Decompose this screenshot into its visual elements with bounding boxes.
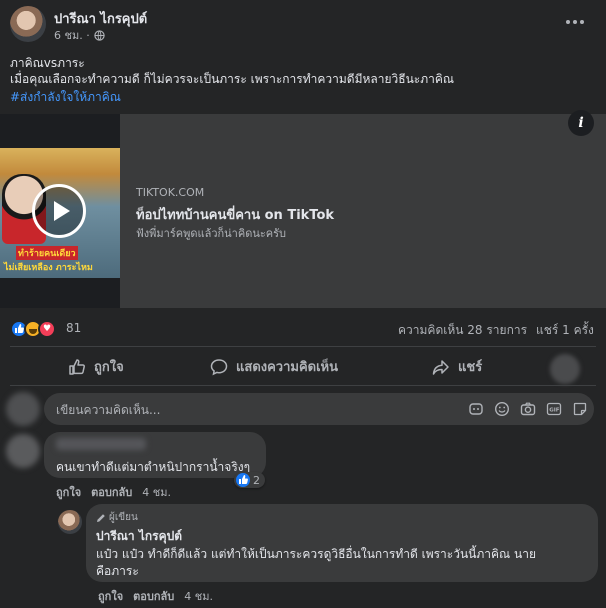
- link-card[interactable]: ทำร้ายคนเดียว ไม่เสียเหลือง ภาระไหม i TI…: [0, 110, 606, 308]
- comment-label: แสดงความคิดเห็น: [236, 360, 339, 375]
- like-reaction-icon: [236, 473, 250, 487]
- comment-input-placeholder: เขียนความคิดเห็น...: [56, 403, 161, 417]
- post-timestamp[interactable]: 6 ชม. ·: [54, 26, 90, 44]
- post-author-avatar[interactable]: [10, 6, 46, 42]
- comment-button[interactable]: แสดงความคิดเห็น: [210, 356, 338, 377]
- comment-text: คนเขาทำดีแต่มาตำหนิปากราน้ำจริงๆ: [56, 460, 251, 474]
- reaction-count[interactable]: 81: [66, 321, 81, 335]
- link-thumbnail[interactable]: ทำร้ายคนเดียว ไม่เสียเหลือง ภาระไหม: [0, 114, 120, 308]
- reply-time[interactable]: 4 ชม.: [184, 587, 213, 605]
- like-button[interactable]: ถูกใจ: [68, 356, 124, 377]
- comment-bubble: คนเขาทำดีแต่มาตำหนิปากราน้ำจริงๆ 2: [44, 432, 266, 488]
- post-hashtag[interactable]: #ส่งกำลังใจให้ภาคิณ: [10, 88, 121, 107]
- share-count[interactable]: แชร์ 1 ครั้ง: [536, 321, 594, 340]
- comment-time[interactable]: 4 ชม.: [142, 483, 171, 501]
- reaction-icons[interactable]: ♥: [10, 320, 62, 338]
- share-button[interactable]: แชร์: [432, 356, 482, 377]
- reply-bubble: ผู้เขียน ปารีณา ไกรคุปต์ แป๋ว แป๋ว ทำดีก…: [86, 504, 598, 582]
- link-domain: TIKTOK.COM: [136, 186, 205, 199]
- thumbs-up-icon: [69, 358, 85, 375]
- pencil-icon: [97, 513, 105, 522]
- share-label: แชร์: [458, 360, 483, 375]
- play-button[interactable]: [32, 184, 86, 238]
- camera-icon[interactable]: [520, 401, 536, 417]
- comment-bubble-icon: [210, 358, 228, 375]
- composer-tools: GIF: [468, 401, 588, 417]
- comment-avatar[interactable]: [6, 434, 40, 468]
- like-label: ถูกใจ: [94, 360, 124, 375]
- divider: [10, 385, 596, 386]
- avatar-sticker-icon[interactable]: [468, 401, 484, 417]
- author-badge: ผู้เขียน: [96, 510, 138, 525]
- more-horizontal-icon[interactable]: [566, 14, 586, 30]
- divider: [10, 346, 596, 347]
- sticker-icon[interactable]: [572, 401, 588, 417]
- comment-count[interactable]: ความคิดเห็น 28 รายการ: [398, 321, 527, 340]
- post-text-line2: เมื่อคุณเลือกจะทำความดี ก็ไม่ควรจะเป็นภา…: [10, 72, 455, 86]
- comment-like-link[interactable]: ถูกใจ: [56, 483, 81, 501]
- reply-text-line1: แป๋ว แป๋ว ทำดีก็ดีแล้ว แต่ทำให้เป็นภาระค…: [96, 547, 536, 561]
- comment-input[interactable]: เขียนความคิดเห็น... GIF: [44, 393, 594, 425]
- gif-icon[interactable]: GIF: [546, 401, 562, 417]
- reply-text-line2: คือภาระ: [96, 564, 139, 578]
- thumb-caption-2: ไม่เสียเหลือง ภาระไหม: [4, 263, 93, 273]
- composer-avatar[interactable]: [6, 392, 40, 426]
- share-arrow-icon: [432, 359, 449, 375]
- comment-reply-link[interactable]: ตอบกลับ: [91, 483, 132, 501]
- thumb-caption-1: ทำร้ายคนเดียว: [16, 246, 78, 260]
- reply-avatar[interactable]: [58, 510, 82, 534]
- reply-like-link[interactable]: ถูกใจ: [98, 587, 123, 605]
- info-icon[interactable]: i: [568, 110, 594, 136]
- love-reaction-icon: ♥: [38, 320, 56, 338]
- emoji-icon[interactable]: [494, 401, 510, 417]
- comment-like-badge[interactable]: 2: [234, 472, 265, 488]
- link-description: ฟังพี่มาร์คพูดแล้วก็น่าคิดนะครับ: [136, 227, 287, 240]
- post-timestamp-row: 6 ชม. ·: [54, 26, 105, 44]
- share-as-avatar[interactable]: [550, 354, 580, 384]
- globe-icon: [94, 29, 105, 41]
- comment-like-count: 2: [253, 473, 260, 487]
- reply-reply-link[interactable]: ตอบกลับ: [133, 587, 174, 605]
- comment-actions: ถูกใจ ตอบกลับ 4 ชม.: [56, 483, 171, 501]
- link-title[interactable]: ท็อปไททบ้านคนขี่คาน on TikTok: [136, 204, 334, 225]
- svg-text:GIF: GIF: [549, 408, 560, 414]
- reply-author-name[interactable]: ปารีณา ไกรคุปต์: [96, 527, 182, 546]
- author-badge-label: ผู้เขียน: [109, 512, 138, 523]
- comment-author-name[interactable]: [56, 438, 146, 450]
- play-icon: [54, 201, 70, 221]
- reply-actions: ถูกใจ ตอบกลับ 4 ชม.: [98, 587, 213, 605]
